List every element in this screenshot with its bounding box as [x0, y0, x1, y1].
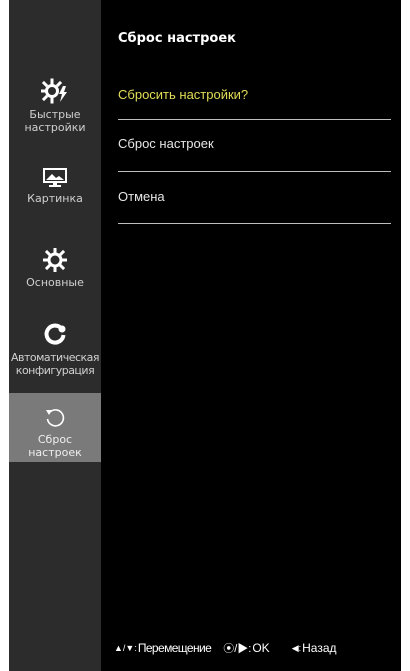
ok-label: OK [252, 641, 270, 655]
back-label: Назад [302, 641, 337, 655]
auto-config-icon [44, 323, 66, 345]
osd-menu: Быстрые настройки Картинка Основные Авто… [9, 0, 401, 671]
sidebar-item-quick-settings[interactable]: Быстрые настройки [9, 78, 101, 142]
sidebar-item-general[interactable]: Основные [9, 248, 101, 296]
button-hints: ▲/▼: Перемещение ⦿/▶: OK ◀: Назад [114, 640, 401, 656]
ok-hint: ⦿/▶: OK [223, 640, 269, 656]
move-label: Перемещение [137, 641, 212, 655]
sidebar-item-label: Основные [26, 276, 84, 289]
back-arrow-icon: ◀: [291, 642, 302, 653]
move-hint: ▲/▼: Перемещение [114, 641, 212, 655]
sidebar-item-reset[interactable]: Сброс настроек [9, 393, 101, 462]
sidebar-item-label: Картинка [27, 192, 83, 205]
divider [118, 171, 391, 172]
sidebar: Быстрые настройки Картинка Основные Авто… [9, 0, 101, 671]
picture-icon [43, 168, 67, 187]
main-panel: Сброс настроек Сбросить настройки? Сброс… [101, 0, 401, 671]
sidebar-item-label: Быстрые настройки [24, 108, 86, 134]
ok-button-icon: ⦿/▶: [223, 643, 252, 655]
reset-icon [46, 409, 65, 427]
reset-option[interactable]: Сброс настроек [118, 136, 390, 156]
reset-question: Сбросить настройки? [118, 87, 249, 102]
sidebar-item-label: Автоматическая конфигурация [10, 351, 100, 377]
back-hint: ◀: Назад [292, 641, 337, 655]
up-down-arrows-icon: ▲/▼: [114, 643, 137, 653]
sidebar-item-picture[interactable]: Картинка [9, 168, 101, 216]
general-settings-icon [43, 248, 67, 272]
cancel-option[interactable]: Отмена [118, 189, 390, 209]
page-title: Сброс настроек [118, 31, 236, 46]
divider [118, 119, 391, 120]
sidebar-item-label: Сброс настроек [28, 433, 82, 459]
divider [118, 223, 391, 224]
sidebar-item-auto-config[interactable]: Автоматическая конфигурация [9, 323, 101, 387]
quick-settings-icon [41, 78, 67, 104]
